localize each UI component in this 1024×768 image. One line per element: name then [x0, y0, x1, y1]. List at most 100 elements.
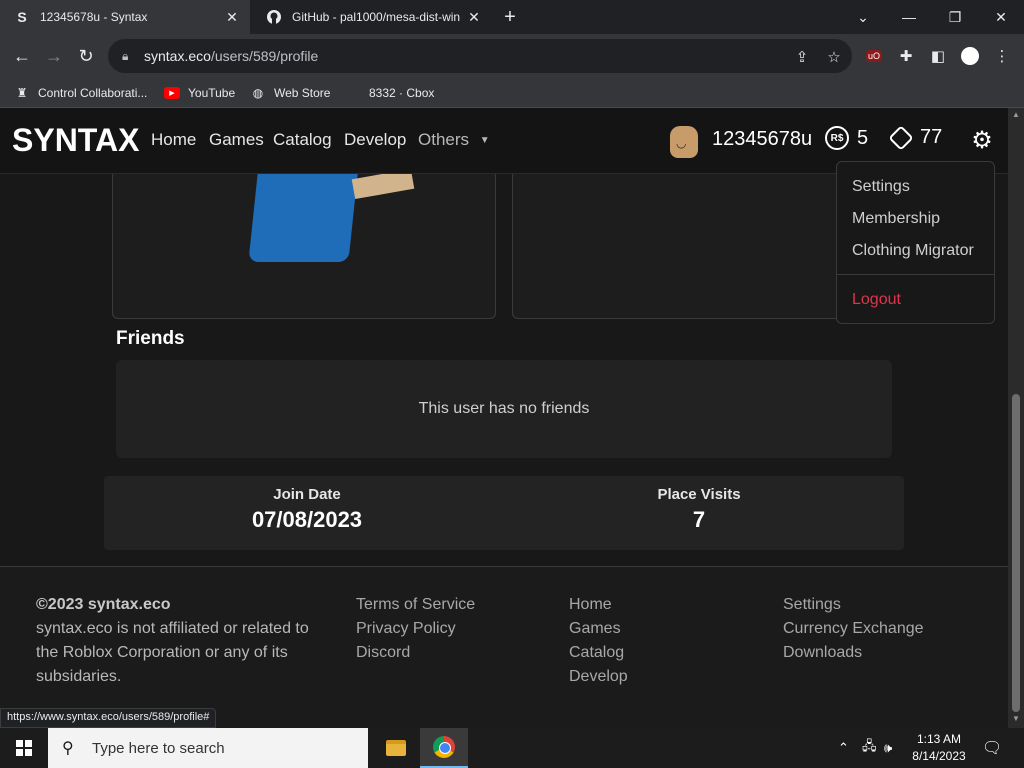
- chrome-taskbar-button[interactable]: [420, 728, 468, 768]
- taskbar-search-input[interactable]: ⚲ Type here to search: [48, 728, 368, 768]
- footer-link-develop[interactable]: Develop: [569, 665, 628, 689]
- bookmarks-bar: ♜ Control Collaborati... ▶ YouTube ◍ Web…: [0, 78, 1024, 108]
- taskbar-clock[interactable]: 1:13 AM 8/14/2023: [906, 731, 972, 765]
- link-hover-status: https://www.syntax.eco/users/589/profile…: [0, 708, 217, 728]
- tab-title: GitHub - pal1000/mesa-dist-win: [292, 10, 461, 24]
- robux-icon: R$: [825, 126, 849, 150]
- profile-avatar-icon[interactable]: [960, 46, 980, 66]
- footer-link-home[interactable]: Home: [569, 593, 628, 617]
- search-placeholder: Type here to search: [92, 739, 225, 757]
- join-date-label: Join Date: [273, 486, 341, 503]
- windows-logo-icon: [16, 740, 32, 756]
- bookmark-control-collaboration[interactable]: ♜ Control Collaborati...: [14, 84, 148, 102]
- cbox-icon: [345, 85, 361, 101]
- footer-link-currency-exchange[interactable]: Currency Exchange: [783, 617, 924, 641]
- chrome-icon: [433, 736, 455, 758]
- notification-icon[interactable]: 🗨︎: [982, 728, 1002, 768]
- github-icon: [266, 9, 282, 25]
- extensions-puzzle-icon[interactable]: ✚: [896, 46, 916, 66]
- search-icon: ⚲: [62, 740, 74, 757]
- footer-link-catalog[interactable]: Catalog: [569, 641, 628, 665]
- footer-link-privacy[interactable]: Privacy Policy: [356, 617, 475, 641]
- smile-face-icon: ◡: [676, 136, 687, 150]
- join-date-stat: Join Date 07/08/2023: [157, 486, 457, 533]
- tab-github[interactable]: GitHub - pal1000/mesa-dist-win ✕: [252, 0, 492, 34]
- footer-copyright: ©2023 syntax.eco: [36, 596, 171, 613]
- tix-ticket-icon: [888, 124, 914, 151]
- nav-home[interactable]: Home: [151, 130, 196, 150]
- windows-taskbar: ⚲ Type here to search ⌃ 🖧︎ 🕪︎ 1:13 AM 8/…: [0, 728, 1024, 768]
- menu-item-logout[interactable]: Logout: [852, 291, 901, 309]
- close-tab-icon[interactable]: ✕: [220, 9, 244, 26]
- volume-icon[interactable]: 🕪︎: [884, 728, 892, 768]
- nav-others-dropdown[interactable]: Others ▼: [418, 130, 490, 150]
- file-explorer-button[interactable]: [372, 728, 420, 768]
- share-icon[interactable]: ⇪: [792, 48, 812, 66]
- caret-down-icon: ▼: [479, 135, 490, 147]
- join-date-value: 07/08/2023: [251, 507, 363, 532]
- profile-stats: Join Date 07/08/2023 Place Visits 7: [104, 476, 904, 550]
- footer-link-discord[interactable]: Discord: [356, 641, 475, 665]
- menu-item-settings[interactable]: Settings: [852, 178, 910, 196]
- clock-date: 8/14/2023: [912, 749, 966, 763]
- clock-time: 1:13 AM: [916, 732, 962, 746]
- menu-item-clothing-migrator[interactable]: Clothing Migrator: [852, 242, 974, 260]
- browser-tabstrip: S 12345678u - Syntax ✕ GitHub - pal1000/…: [0, 0, 1024, 34]
- site-footer: ©2023 syntax.eco syntax.eco is not affil…: [0, 566, 1008, 728]
- footer-link-downloads[interactable]: Downloads: [783, 641, 924, 665]
- nav-develop[interactable]: Develop: [344, 130, 406, 150]
- nav-catalog[interactable]: Catalog: [273, 130, 332, 150]
- network-icon[interactable]: 🖧︎: [862, 728, 877, 768]
- tab-syntax-profile[interactable]: S 12345678u - Syntax ✕: [0, 0, 250, 34]
- scroll-up-arrow-icon[interactable]: ▲: [1012, 110, 1020, 119]
- back-arrow-icon[interactable]: ←: [8, 42, 36, 70]
- footer-legal-links: Terms of Service Privacy Policy Discord: [356, 593, 475, 665]
- tray-overflow-icon[interactable]: ⌃: [838, 728, 849, 768]
- robux-balance[interactable]: R$ 5: [825, 126, 868, 150]
- webstore-icon: ◍: [252, 86, 264, 100]
- gear-icon[interactable]: ⚙: [968, 126, 996, 154]
- footer-link-settings[interactable]: Settings: [783, 593, 924, 617]
- page-scrollbar[interactable]: ▲ ▼: [1008, 108, 1024, 728]
- footer-account-links: Settings Currency Exchange Downloads: [783, 593, 924, 665]
- side-panel-icon[interactable]: ◧: [928, 46, 948, 66]
- lock-icon: 🔒︎: [122, 48, 129, 63]
- address-bar[interactable]: 🔒︎ syntax.eco/users/589/profile ⇪ ☆: [108, 39, 852, 73]
- place-visits-stat: Place Visits 7: [549, 486, 849, 533]
- footer-link-games[interactable]: Games: [569, 617, 628, 641]
- bookmark-cbox[interactable]: 8332 · Cbox: [345, 84, 434, 102]
- no-friends-message: This user has no friends: [418, 400, 590, 417]
- menu-item-membership[interactable]: Membership: [852, 210, 940, 228]
- restore-button[interactable]: ❐: [932, 0, 978, 34]
- tix-balance[interactable]: 77: [888, 124, 942, 151]
- menu-divider: [837, 274, 994, 275]
- reload-icon[interactable]: ↻: [72, 42, 100, 70]
- place-visits-value: 7: [692, 507, 706, 532]
- friends-list: This user has no friends: [116, 360, 892, 458]
- nav-games[interactable]: Games: [209, 130, 264, 150]
- close-tab-icon[interactable]: ✕: [462, 9, 486, 26]
- bookmark-star-icon[interactable]: ☆: [824, 48, 844, 66]
- new-tab-button[interactable]: +: [498, 5, 522, 29]
- start-button[interactable]: [0, 728, 48, 768]
- settings-dropdown-menu: Settings Membership Clothing Migrator Lo…: [836, 161, 995, 324]
- minimize-button[interactable]: —: [886, 0, 932, 34]
- footer-nav-links: Home Games Catalog Develop: [569, 593, 628, 689]
- scrollbar-thumb[interactable]: [1012, 394, 1020, 712]
- username[interactable]: 12345678u: [712, 128, 812, 151]
- scroll-down-arrow-icon[interactable]: ▼: [1012, 714, 1020, 723]
- friends-heading: Friends: [116, 328, 185, 349]
- control-collab-icon: ♜: [16, 86, 28, 100]
- browser-menu-icon[interactable]: ⋮: [992, 46, 1012, 66]
- close-window-button[interactable]: ✕: [978, 0, 1024, 34]
- bookmark-youtube[interactable]: ▶ YouTube: [164, 84, 235, 102]
- syntax-logo[interactable]: SYNTAX: [12, 122, 139, 159]
- avatar[interactable]: ◡: [670, 126, 698, 158]
- web-page: Friends This user has no friends Join Da…: [0, 108, 1008, 728]
- footer-link-terms[interactable]: Terms of Service: [356, 593, 475, 617]
- ublock-extension-icon[interactable]: uO: [864, 46, 884, 66]
- bookmark-web-store[interactable]: ◍ Web Store: [250, 84, 331, 102]
- forward-arrow-icon[interactable]: →: [40, 42, 68, 70]
- avatar-figure: [248, 174, 358, 262]
- tab-search-icon[interactable]: ⌄: [840, 0, 886, 34]
